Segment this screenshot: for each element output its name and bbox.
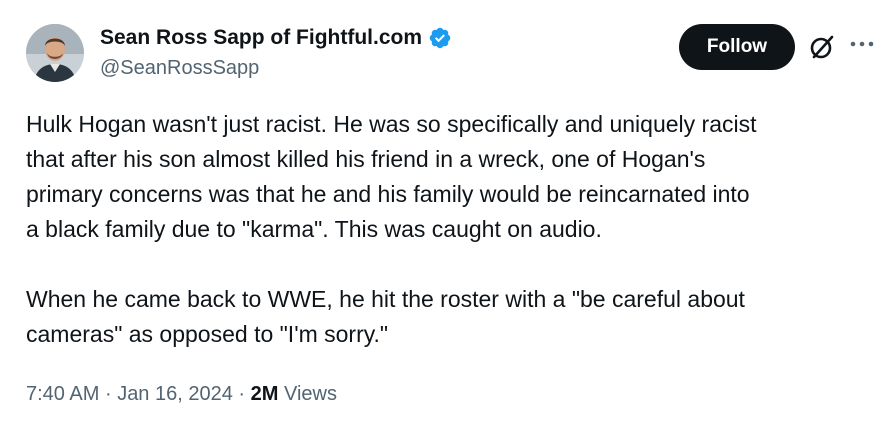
tweet-text-line: cameras" as opposed to "I'm sorry.": [26, 321, 389, 347]
tweet-text-line: that after his son almost killed his fri…: [26, 146, 706, 172]
tweet-date[interactable]: Jan 16, 2024: [117, 383, 233, 405]
more-options-icon[interactable]: [849, 38, 875, 50]
tweet-text-line: Hulk Hogan wasn't just racist. He was so…: [26, 111, 757, 137]
meta-separator: ·: [104, 383, 112, 405]
follow-button[interactable]: Follow: [679, 24, 795, 70]
tweet-card: Sean Ross Sapp of Fightful.com @SeanRoss…: [0, 0, 896, 432]
avatar[interactable]: [26, 24, 84, 82]
verified-badge-icon: [429, 27, 451, 49]
grok-icon[interactable]: [808, 33, 836, 61]
tweet-text-line: primary concerns was that he and his fam…: [26, 181, 750, 207]
views-count: 2M: [250, 383, 279, 405]
tweet-text-line: When he came back to WWE, he hit the ros…: [26, 286, 745, 312]
tweet-meta: 7:40 AM · Jan 16, 2024 · 2M Views: [26, 383, 337, 406]
meta-separator: ·: [238, 383, 246, 405]
author-handle[interactable]: @SeanRossSapp: [100, 57, 259, 80]
avatar-image: [26, 24, 84, 82]
tweet-time[interactable]: 7:40 AM: [26, 383, 99, 405]
author-name-row: Sean Ross Sapp of Fightful.com: [100, 26, 452, 50]
tweet-text: Hulk Hogan wasn't just racist. He was so…: [26, 107, 876, 352]
views-label: Views: [284, 383, 337, 405]
tweet-text-line: a black family due to "karma". This was …: [26, 216, 602, 242]
author-display-name[interactable]: Sean Ross Sapp of Fightful.com: [100, 26, 422, 50]
